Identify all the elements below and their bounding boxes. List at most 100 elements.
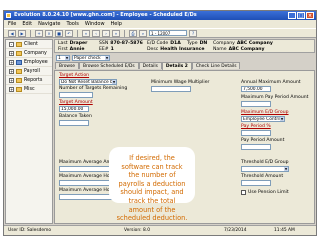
navigation-sidebar: - Client + Company + Employee + Payroll … <box>5 39 53 224</box>
target-amount-label: Target Amount <box>59 100 93 105</box>
tab-browse-scheduled[interactable]: Browse Scheduled E/Ds <box>79 62 139 69</box>
ed-type: DN <box>199 41 208 46</box>
menu-tools[interactable]: Tools <box>67 20 79 28</box>
menu-help[interactable]: Help <box>111 20 122 28</box>
pay-period-amount-label: Pay Period Amount <box>241 138 285 143</box>
tab-details[interactable]: Details <box>138 62 162 69</box>
num-targets-label: Number of Targets Remaining <box>59 86 128 91</box>
expand-icon[interactable]: + <box>9 86 14 92</box>
tab-details-2[interactable]: Details 2 <box>161 62 192 70</box>
sidebar-item-company[interactable]: + Company <box>6 49 52 58</box>
balance-taken-label: Balance Taken <box>59 114 92 119</box>
search-icon[interactable]: ⌕ <box>139 29 147 37</box>
expand-icon[interactable]: + <box>9 59 14 65</box>
employee-last-name: Draper <box>69 41 88 46</box>
employee-ssn: 870-87-5876 <box>110 41 143 46</box>
collapse-icon[interactable]: - <box>9 41 14 47</box>
company-name: ABC Company <box>228 47 265 52</box>
number-field[interactable]: 1 <box>56 54 70 61</box>
cancel-icon[interactable]: ↶ <box>65 29 73 37</box>
sidebar-item-label: Company <box>24 50 47 56</box>
sidebar-item-label: Misc <box>24 86 35 92</box>
pay-period-percent-label: Pay Period % <box>241 124 271 129</box>
employee-info-header: Last Draper First Annie SSN 870-87-5876 EE#… <box>54 39 315 53</box>
back-icon[interactable]: ◀ <box>8 29 16 37</box>
sidebar-item-client[interactable]: - Client <box>6 40 52 49</box>
balance-taken-input[interactable] <box>59 120 89 126</box>
prev-record-icon[interactable]: ‹ <box>92 29 100 37</box>
payroll-icon <box>16 68 22 74</box>
minimize-button[interactable]: _ <box>288 12 296 19</box>
menu-bar: File Edit Navigate Tools Window Help <box>4 20 316 28</box>
pay-period-amount-input[interactable] <box>241 144 271 150</box>
misc-icon <box>16 86 22 92</box>
ed-description: Health Insurance <box>160 47 205 52</box>
forward-icon[interactable]: ▶ <box>18 29 26 37</box>
record-search-input[interactable]: 1 - 12007 <box>149 30 187 36</box>
min-wage-multiplier-label: Minimum Wage Multiplier <box>151 80 210 85</box>
check-type-dropdown[interactable]: Paper check <box>72 54 110 61</box>
save-icon[interactable]: ■ <box>55 29 63 37</box>
status-date: 7/23/2014 <box>224 228 247 233</box>
close-button[interactable]: × <box>306 12 314 19</box>
print-icon[interactable]: ⎙ <box>129 29 137 37</box>
threshold-ed-group-dropdown[interactable] <box>241 166 289 172</box>
threshold-amount-input[interactable] <box>241 180 271 186</box>
tab-browse[interactable]: Browse <box>55 62 79 69</box>
status-time: 11:45 AM <box>274 228 295 233</box>
sidebar-item-payroll[interactable]: + Payroll <box>6 67 52 76</box>
annual-max-label: Annual Maximum Amount <box>241 80 301 85</box>
max-pay-period-input[interactable] <box>241 101 271 107</box>
min-wage-multiplier-input[interactable] <box>151 86 191 92</box>
use-pension-limit-label: Use Pension Limit <box>248 190 289 195</box>
max-pay-period-label: Maximum Pay Period Amount <box>241 95 309 100</box>
reports-icon <box>16 77 22 83</box>
delete-icon[interactable]: × <box>45 29 53 37</box>
next-record-icon[interactable]: › <box>102 29 110 37</box>
maximize-button[interactable]: □ <box>297 12 305 19</box>
status-bar: User ID: Salesdemo Version: 8.0 7/23/201… <box>4 225 316 235</box>
max-ed-group-label: Maximum E/D Group <box>241 110 289 115</box>
app-icon <box>6 13 11 18</box>
client-icon <box>16 41 22 47</box>
last-record-icon[interactable]: » <box>112 29 120 37</box>
company-code: ABC Company <box>236 41 273 46</box>
menu-edit[interactable]: Edit <box>22 20 32 28</box>
first-record-icon[interactable]: « <box>82 29 90 37</box>
expand-icon[interactable]: + <box>9 77 14 83</box>
threshold-amount-label: Threshold Amount <box>241 174 284 179</box>
sidebar-item-label: Client <box>24 41 38 47</box>
toolbar: ◀ ▶ + × ■ ↶ « ‹ › » ⎙ ⌕ 1 - 12007 ? <box>4 28 316 38</box>
sidebar-item-label: Payroll <box>24 68 40 74</box>
tab-bar: Browse Browse Scheduled E/Ds Details Det… <box>54 62 315 70</box>
sidebar-item-employee[interactable]: + Employee <box>6 58 52 67</box>
status-user: User ID: Salesdemo <box>8 228 52 233</box>
expand-icon[interactable]: + <box>9 50 14 56</box>
tab-check-line-details[interactable]: Check Line Details <box>191 62 241 69</box>
annual-max-input[interactable]: 7,500.00 <box>241 86 271 92</box>
max-ed-group-dropdown[interactable]: Employee Contribution <box>241 116 285 122</box>
control-row: 1 Paper check <box>54 53 315 62</box>
menu-navigate[interactable]: Navigate <box>38 20 60 28</box>
menu-window[interactable]: Window <box>85 20 105 28</box>
employee-number: 1 <box>110 47 114 52</box>
sidebar-item-misc[interactable]: + Misc <box>6 85 52 94</box>
expand-icon[interactable]: + <box>9 68 14 74</box>
sidebar-item-reports[interactable]: + Reports <box>6 76 52 85</box>
new-icon[interactable]: + <box>35 29 43 37</box>
threshold-ed-group-label: Threshold E/D Group <box>241 160 289 165</box>
target-action-dropdown[interactable]: Do Not Reset Balance but Leave Line <box>59 79 117 85</box>
target-amount-input[interactable]: 15,000.00 <box>59 106 89 112</box>
menu-file[interactable]: File <box>8 20 16 28</box>
sidebar-item-label: Employee <box>24 59 48 65</box>
employee-first-name: Annie <box>69 47 85 52</box>
pay-period-percent-input[interactable] <box>241 130 271 136</box>
sidebar-item-label: Reports <box>24 77 43 83</box>
window-title: Evolution 8.0.24.10 [www.ghn.com] - Empl… <box>14 12 197 18</box>
status-version: Version: 8.0 <box>124 228 151 233</box>
num-targets-input[interactable] <box>59 92 93 98</box>
company-icon <box>16 50 22 56</box>
use-pension-limit-checkbox[interactable] <box>241 190 246 195</box>
callout-tooltip: If desired, the software can track the n… <box>109 147 195 222</box>
help-icon[interactable]: ? <box>189 29 197 37</box>
